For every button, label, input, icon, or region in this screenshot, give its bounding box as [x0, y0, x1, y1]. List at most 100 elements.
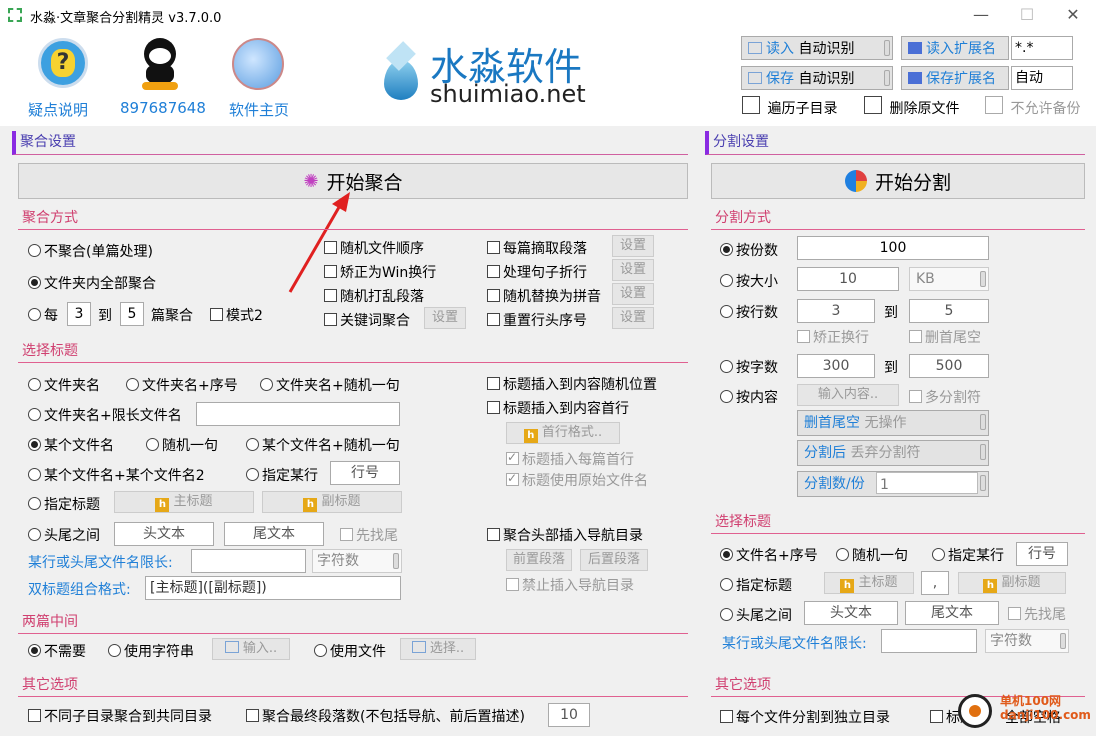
split-line-input[interactable]: 行号	[1016, 542, 1068, 566]
extract-para-checkbox[interactable]: 每篇摘取段落	[487, 238, 587, 258]
split-specify-radio[interactable]: 指定标题	[720, 575, 792, 595]
split-limit-input[interactable]	[881, 629, 977, 653]
globe-icon[interactable]	[232, 38, 284, 90]
limit-input[interactable]	[191, 549, 306, 573]
after-split-select[interactable]: 分割后 丢弃分割符	[797, 440, 989, 466]
no-backup-checkbox[interactable]: 不允许备份	[985, 96, 1080, 118]
save-ext-button[interactable]: 保存扩展名	[901, 66, 1009, 90]
reset-num-checkbox[interactable]: 重置行头序号	[487, 310, 587, 330]
keyword-setting-button[interactable]: 设置	[424, 307, 466, 329]
use-orig-checkbox[interactable]: 标题使用原始文件名	[506, 470, 648, 490]
close-button[interactable]: ✕	[1050, 0, 1096, 30]
split-tail-first-checkbox[interactable]: 先找尾	[1008, 604, 1066, 624]
by-content-radio[interactable]: 按内容	[720, 387, 778, 407]
delete-source-checkbox[interactable]: 删除原文件	[864, 96, 959, 118]
del-tail-checkbox[interactable]: 删首尾空	[909, 327, 981, 347]
tail-first-checkbox[interactable]: 先找尾	[340, 525, 398, 545]
line-radio[interactable]: 指定某行	[246, 465, 318, 485]
extract-setting-button[interactable]: 设置	[612, 235, 654, 257]
by-size-radio[interactable]: 按大小	[720, 271, 778, 291]
first-format-button[interactable]: h 首行格式..	[506, 422, 620, 444]
pinyin-checkbox[interactable]: 随机替换为拼音	[487, 286, 601, 306]
fix-win-checkbox[interactable]: 矫正为Win换行	[324, 262, 436, 282]
shuffle-para-checkbox[interactable]: 随机打乱段落	[324, 286, 424, 306]
random-order-checkbox[interactable]: 随机文件顺序	[324, 238, 424, 258]
insert-first-checkbox[interactable]: 标题插入到内容首行	[487, 398, 629, 418]
pre-para-button[interactable]: 前置段落	[506, 549, 572, 571]
specify-radio[interactable]: 指定标题	[28, 494, 100, 514]
home-label[interactable]: 软件主页	[229, 99, 289, 120]
read-ext-button[interactable]: 读入扩展名	[901, 36, 1009, 60]
maximize-button[interactable]: ☐	[1004, 0, 1050, 30]
split-headtail-radio[interactable]: 头尾之间	[720, 605, 792, 625]
multi-sep-checkbox[interactable]: 多分割符	[909, 387, 981, 407]
each-dir-checkbox[interactable]: 每个文件分割到独立目录	[720, 707, 890, 727]
split-head-input[interactable]: 头文本	[804, 601, 898, 625]
folder-limit-input[interactable]	[196, 402, 400, 426]
nav-insert-checkbox[interactable]: 聚合头部插入导航目录	[487, 525, 643, 545]
folder-radio[interactable]: 文件夹名	[28, 375, 100, 395]
qq-icon[interactable]	[140, 38, 180, 90]
split-rand-radio[interactable]: 随机一句	[836, 545, 908, 565]
by-lines-radio[interactable]: 按行数	[720, 302, 778, 322]
by-copies-radio[interactable]: 按份数	[720, 240, 778, 260]
start-split-button[interactable]: 开始分割	[711, 163, 1085, 199]
chars-to-input[interactable]: 500	[909, 354, 989, 378]
save-button[interactable]: 保存 自动识别	[741, 66, 893, 90]
name-seq-radio[interactable]: 文件名+序号	[720, 545, 818, 565]
reset-setting-button[interactable]: 设置	[612, 307, 654, 329]
read-button[interactable]: 读入 自动识别	[741, 36, 893, 60]
folder-limit-radio[interactable]: 文件夹名+限长文件名	[28, 405, 182, 425]
use-file-radio[interactable]: 使用文件	[314, 641, 386, 661]
per-split-select[interactable]: 分割数/份 1	[797, 471, 989, 497]
folder-seq-radio[interactable]: 文件夹名+序号	[126, 375, 238, 395]
no-nav-checkbox[interactable]: 禁止插入导航目录	[506, 575, 634, 595]
fix-wrap-checkbox[interactable]: 矫正换行	[797, 327, 869, 347]
save-ext-input[interactable]: 自动	[1011, 66, 1073, 90]
every-radio[interactable]: 每	[28, 305, 58, 325]
head-text-input[interactable]: 头文本	[114, 522, 214, 546]
file2-radio[interactable]: 某个文件名+某个文件名2	[28, 465, 205, 485]
unit-select[interactable]: KB	[909, 267, 989, 291]
final-count-input[interactable]: 10	[548, 703, 590, 727]
sub-title-button[interactable]: h 副标题	[262, 491, 402, 513]
minimize-button[interactable]: —	[958, 0, 1004, 30]
traverse-checkbox[interactable]: 遍历子目录	[742, 96, 837, 118]
insert-rand-checkbox[interactable]: 标题插入到内容随机位置	[487, 374, 657, 394]
wrap-setting-button[interactable]: 设置	[612, 259, 654, 281]
every-from-input[interactable]: 3	[67, 302, 91, 326]
file-radio[interactable]: 某个文件名	[28, 435, 114, 455]
qq-number[interactable]: 897687648	[120, 99, 206, 117]
folder-rand-radio[interactable]: 文件夹名+随机一句	[260, 375, 400, 395]
use-string-radio[interactable]: 使用字符串	[108, 641, 194, 661]
pinyin-setting-button[interactable]: 设置	[612, 283, 654, 305]
copies-input[interactable]: 100	[797, 236, 989, 260]
keyword-merge-checkbox[interactable]: 关键词聚合	[324, 310, 410, 330]
line-number-input[interactable]: 行号	[330, 461, 400, 485]
every-to-input[interactable]: 5	[120, 302, 144, 326]
by-chars-radio[interactable]: 按字数	[720, 357, 778, 377]
size-input[interactable]: 10	[797, 267, 899, 291]
headtail-radio[interactable]: 头尾之间	[28, 525, 100, 545]
no-merge-radio[interactable]: 不聚合(单篇处理)	[28, 241, 153, 261]
all-merge-radio[interactable]: 文件夹内全部聚合	[28, 273, 156, 293]
lines-from-input[interactable]: 3	[797, 299, 875, 323]
chars-select[interactable]: 字符数	[312, 549, 402, 573]
main-title-button[interactable]: h 主标题	[114, 491, 254, 513]
split-main-button[interactable]: h 主标题	[824, 572, 914, 594]
trim-select[interactable]: 删首尾空 无操作	[797, 410, 989, 436]
split-sub-button[interactable]: h 副标题	[958, 572, 1066, 594]
tail-text-input[interactable]: 尾文本	[224, 522, 324, 546]
not-need-radio[interactable]: 不需要	[28, 641, 86, 661]
lines-to-input[interactable]: 5	[909, 299, 989, 323]
chars-from-input[interactable]: 300	[797, 354, 875, 378]
input-button[interactable]: 输入..	[212, 638, 290, 660]
handle-wrap-checkbox[interactable]: 处理句子折行	[487, 262, 587, 282]
file-rand-radio[interactable]: 某个文件名+随机一句	[246, 435, 400, 455]
split-tail-input[interactable]: 尾文本	[905, 601, 999, 625]
select-button[interactable]: 选择..	[400, 638, 476, 660]
final-count-checkbox[interactable]: 聚合最终段落数(不包括导航、前后置描述)	[246, 706, 525, 726]
split-line-radio[interactable]: 指定某行	[932, 545, 1004, 565]
read-ext-input[interactable]: *.*	[1011, 36, 1073, 60]
rand-radio[interactable]: 随机一句	[146, 435, 218, 455]
